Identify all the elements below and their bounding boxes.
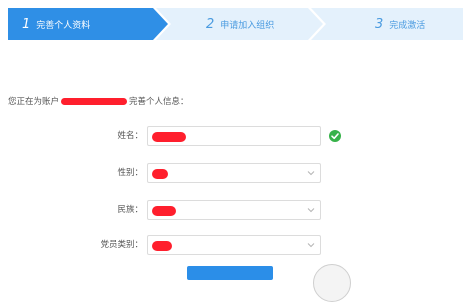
intro-suffix: 完善个人信息： xyxy=(129,97,189,107)
step-1-label: 完善个人资料 xyxy=(36,20,91,31)
step-1: 1 完善个人资料 xyxy=(22,8,90,40)
step-3-label: 完成激活 xyxy=(389,20,426,31)
step-3: 3 完成激活 xyxy=(375,8,425,40)
chevron-down-icon xyxy=(307,208,315,213)
member-type-select[interactable] xyxy=(147,235,321,255)
ethnicity-row: 民族： xyxy=(0,200,469,220)
progress-steps: 1 完善个人资料 2 申请加入组织 3 完成激活 xyxy=(8,8,463,40)
gender-redaction xyxy=(152,169,168,179)
step-3-number: 3 xyxy=(375,16,384,32)
name-input[interactable] xyxy=(147,126,321,146)
intro-prefix: 您正在为账户 xyxy=(8,97,60,107)
step-2-number: 2 xyxy=(206,16,215,32)
member-type-row: 党员类别： xyxy=(0,235,469,255)
gender-row: 性别： xyxy=(0,163,469,183)
chevron-down-icon xyxy=(307,243,315,248)
ethnicity-label: 民族： xyxy=(117,205,143,215)
name-label: 姓名： xyxy=(117,131,143,141)
member-type-redaction xyxy=(152,241,172,251)
chevron-down-icon xyxy=(307,171,315,176)
step-2-label: 申请加入组织 xyxy=(220,20,275,31)
account-redaction xyxy=(61,97,128,105)
corner-badge xyxy=(313,264,351,302)
ethnicity-redaction xyxy=(152,206,176,216)
member-type-label: 党员类别： xyxy=(100,240,143,250)
gender-label: 性别： xyxy=(117,168,143,178)
submit-button[interactable] xyxy=(187,266,273,280)
step-2: 2 申请加入组织 xyxy=(206,8,274,40)
ethnicity-select[interactable] xyxy=(147,200,321,220)
intro-text: 您正在为账户 完善个人信息： xyxy=(8,95,189,107)
name-row: 姓名： xyxy=(0,126,469,146)
check-circle-icon xyxy=(329,130,341,142)
name-redaction xyxy=(152,132,186,142)
gender-select[interactable] xyxy=(147,163,321,183)
step-1-number: 1 xyxy=(22,16,31,32)
